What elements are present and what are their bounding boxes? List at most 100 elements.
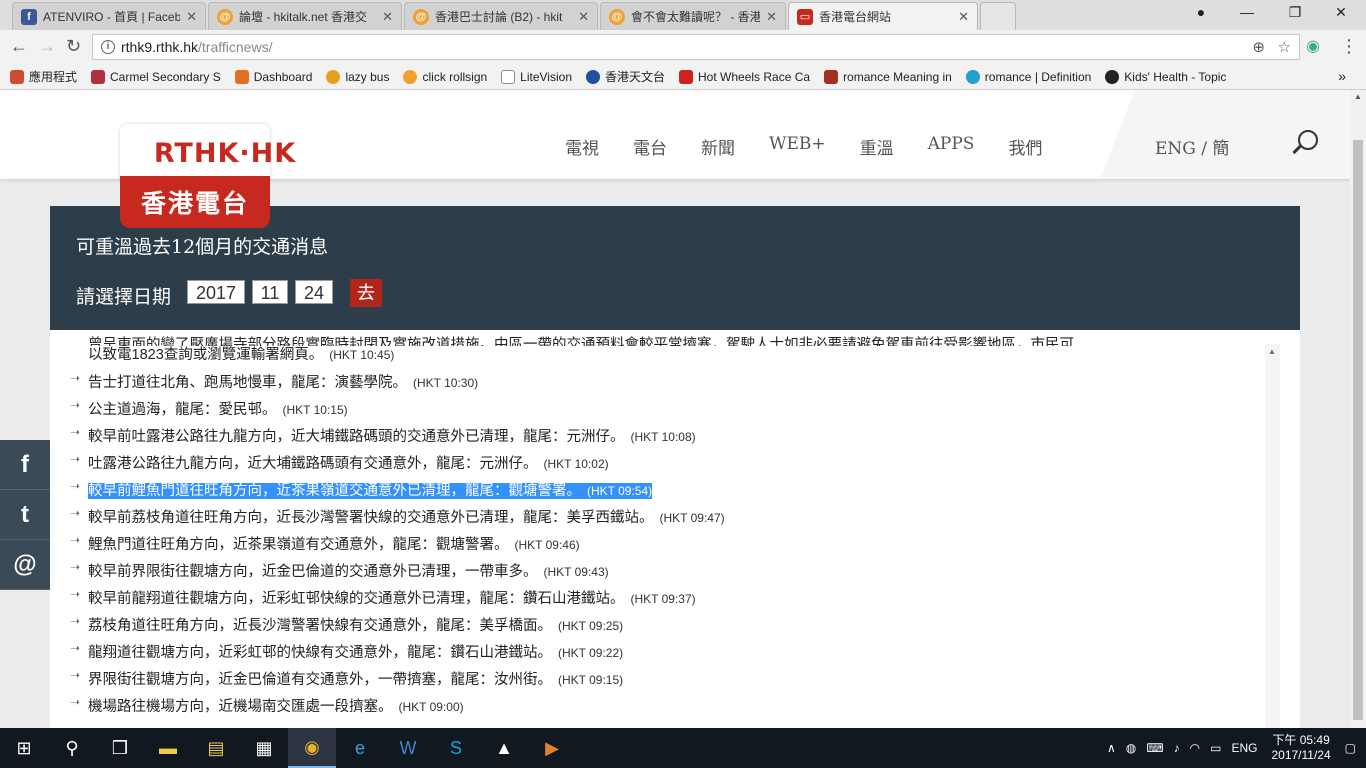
browser-tab-1[interactable]: f ATENVIRO - 首頁 | Faceb ✕ [12,2,206,30]
search-icon[interactable]: ⚲ [48,728,96,768]
info-icon[interactable]: i [101,40,115,54]
twitter-share-icon[interactable]: t [0,490,50,540]
bookmark-romance-definition[interactable]: romance | Definition [965,69,1091,84]
bookmark-lazy-bus[interactable]: lazy bus [326,69,389,84]
wifi-icon[interactable]: ◠ [1190,741,1200,755]
extension-icon[interactable]: ◉ [1306,36,1320,56]
web-page: 電視 電台 新聞 WEB+ 重溫 APPS 我們 ENG / 簡 RTHK·HK… [0,90,1366,728]
nav-tv[interactable]: 電視 [565,134,599,159]
arrow-icon: ➝ [70,533,81,547]
more-bookmarks-icon[interactable]: » [1338,68,1346,84]
bookmark-icon [824,69,839,84]
word-icon[interactable]: W [384,728,432,768]
bookmark-litevision[interactable]: LiteVision [501,69,572,84]
chrome-icon[interactable]: ◉ [288,728,336,768]
arrow-icon: ➝ [70,479,81,493]
news-time: (HKT 09:43) [543,565,609,579]
file-explorer-icon[interactable]: ▬ [144,728,192,768]
calculator-icon[interactable]: ▦ [240,728,288,768]
forward-icon[interactable]: → [38,36,56,57]
facebook-share-icon[interactable]: f [0,440,50,490]
profile-icon[interactable]: ● [1178,4,1224,20]
nav-news[interactable]: 新聞 [701,134,735,159]
news-text: 公主道過海，龍尾：愛民邨。 [88,402,277,418]
list-scrollbar[interactable]: ▲ [1265,344,1280,728]
page-scrollbar[interactable]: ▲ [1350,90,1366,728]
scroll-up-icon[interactable]: ▲ [1268,347,1276,356]
partial-text: 曾呈東面的變了壓廣場寺部分路段實臨時封閉及實施改道措施。中區一帶的交通預料會較平… [88,337,1074,346]
email-share-icon[interactable]: @ [0,540,50,590]
bookmark-icon [965,69,980,84]
year-select[interactable]: 2017 [187,280,245,304]
skype-icon[interactable]: S [432,728,480,768]
clock[interactable]: 下午 05:49 2017/11/24 [1271,733,1330,763]
bookmark-dashboard[interactable]: Dashboard [234,69,312,84]
news-time: (HKT 10:15) [282,403,348,417]
close-icon[interactable]: ✕ [382,9,393,25]
nav-replay[interactable]: 重溫 [860,134,894,159]
address-bar[interactable]: i rthk9.rthk.hk/trafficnews/ ⊕ ☆ [92,34,1300,60]
main-nav: 電視 電台 新聞 WEB+ 重溫 APPS 我們 [565,134,1076,159]
show-hidden-icon[interactable]: ∧ [1107,741,1116,755]
language-switch[interactable]: ENG / 簡 [1155,134,1229,159]
day-select[interactable]: 24 [295,280,333,304]
nav-about[interactable]: 我們 [1008,134,1042,159]
zoom-icon[interactable]: ⊕ [1252,38,1265,56]
close-window-icon[interactable]: ✕ [1318,4,1364,21]
bookmark-romance-meaning[interactable]: romance Meaning in [824,69,952,84]
system-tray: ∧ ◍ ⌨ ♪ ◠ ▭ ENG 下午 05:49 2017/11/24 ▢ [1097,728,1356,768]
month-select[interactable]: 11 [252,280,288,304]
volume-icon[interactable]: ♪ [1174,741,1180,755]
ime-icon[interactable]: ⌨ [1146,741,1163,755]
bookmark-carmel[interactable]: Carmel Secondary S [91,69,221,84]
news-text: 較早前界限街往觀塘方向，近金巴倫道的交通意外已清理，一帶車多。 [88,564,538,580]
nav-apps[interactable]: APPS [928,134,975,159]
bookmark-kids-health[interactable]: Kids' Health - Topic [1105,69,1226,84]
bookmark-icon [679,69,694,84]
news-text: 龍翔道往觀塘方向，近彩虹邨的快線有交通意外，龍尾：鑽石山港鐵站。 [88,645,552,661]
nav-radio[interactable]: 電台 [633,134,667,159]
clock-time: 下午 05:49 [1272,733,1330,747]
search-icon[interactable] [1298,130,1318,150]
list-item: ➝ 較早前界限街往觀塘方向，近金巴倫道的交通意外已清理，一帶車多。 (HKT 09:… [70,559,1210,586]
bookmark-hko[interactable]: 香港天文台 [586,68,665,85]
browser-tab-3[interactable]: @ 香港巴士討論 (B2) - hkit ✕ [404,2,598,30]
input-language[interactable]: ENG [1231,741,1257,755]
photos-icon[interactable]: ▲ [480,728,528,768]
back-icon[interactable]: ← [10,36,28,57]
browser-tab-2[interactable]: @ 論壇 - hkitalk.net 香港交 ✕ [208,2,402,30]
reload-icon[interactable]: ↻ [66,36,81,57]
close-icon[interactable]: ✕ [578,9,589,25]
task-view-icon[interactable]: ❒ [96,728,144,768]
panel-title: 可重溫過去12個月的交通消息 [76,236,329,258]
browser-tab-5[interactable]: ▭ 香港電台網站 ✕ [788,2,978,30]
star-icon[interactable]: ☆ [1278,38,1291,56]
internet-explorer-icon[interactable]: e [336,728,384,768]
menu-icon[interactable]: ⋮ [1340,36,1358,57]
scroll-thumb[interactable] [1353,140,1363,720]
new-tab-button[interactable] [980,2,1016,30]
start-icon[interactable]: ⊞ [0,728,48,768]
bookmark-click-rollsign[interactable]: click rollsign [403,69,487,84]
go-button[interactable]: 去 [350,279,382,307]
media-player-icon[interactable]: ▶ [528,728,576,768]
network-status-icon[interactable]: ◍ [1126,741,1136,755]
nav-web-plus[interactable]: WEB+ [769,134,826,159]
hkitalk-icon: @ [217,8,233,25]
close-icon[interactable]: ✕ [766,9,777,25]
close-icon[interactable]: ✕ [958,9,969,25]
news-time: (HKT 09:00) [398,700,464,714]
bookmarks-bar: 應用程式 Carmel Secondary S Dashboard lazy b… [0,64,1366,90]
minimize-icon[interactable]: — [1224,4,1270,20]
documents-icon[interactable]: ▤ [192,728,240,768]
bookmark-hot-wheels[interactable]: Hot Wheels Race Ca [679,69,810,84]
notifications-icon[interactable]: ▢ [1345,741,1356,755]
restore-icon[interactable]: ❐ [1272,4,1318,21]
news-text: 告士打道往北角、跑馬地慢車，龍尾：演藝學院。 [88,375,407,391]
scroll-up-icon[interactable]: ▲ [1354,92,1362,101]
bookmark-apps[interactable]: 應用程式 [10,68,77,85]
browser-tab-4[interactable]: @ 會不會太難讀呢？ - 香港 ✕ [600,2,786,30]
rthk-logo[interactable]: RTHK·HK 香港電台 [120,124,295,234]
keyboard-icon[interactable]: ▭ [1210,741,1221,755]
close-icon[interactable]: ✕ [186,9,197,25]
